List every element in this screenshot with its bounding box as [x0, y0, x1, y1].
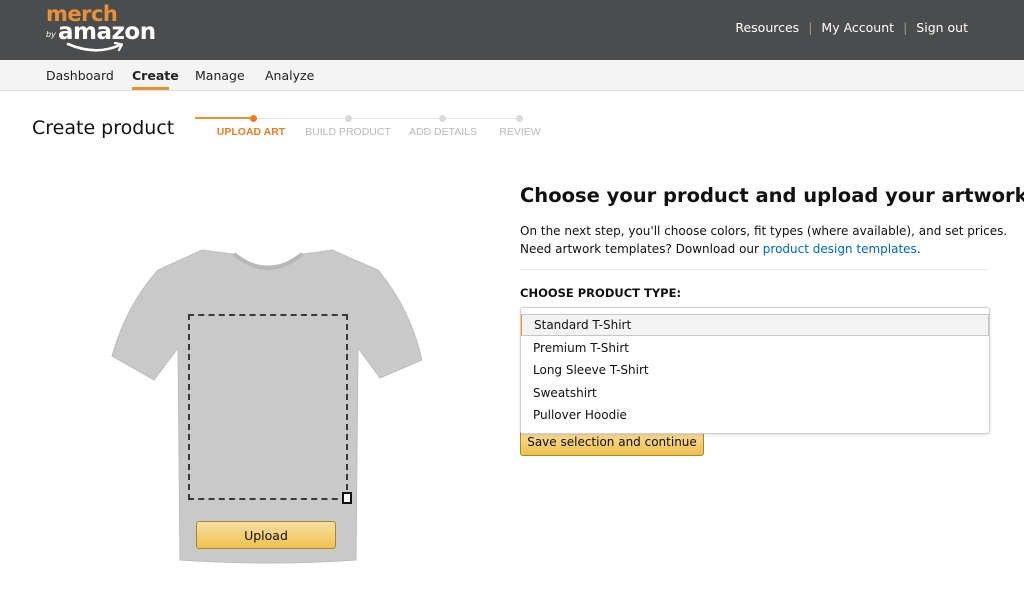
link-separator: |	[808, 20, 813, 35]
account-links: Resources | My Account | Sign out	[735, 20, 968, 35]
progress-track-remaining	[253, 118, 523, 119]
section-heading: Choose your product and upload your artw…	[520, 184, 1024, 207]
section-divider	[520, 269, 989, 270]
page-title: Create product	[32, 117, 175, 139]
step-build-product: BUILD PRODUCT	[305, 126, 391, 138]
resize-handle[interactable]	[342, 492, 352, 504]
product-type-label: CHOOSE PRODUCT TYPE:	[520, 286, 682, 300]
progress-track-complete	[195, 117, 253, 119]
product-type-option[interactable]: Sweatshirt	[521, 382, 989, 404]
artwork-design-area[interactable]	[188, 314, 348, 500]
nav-item-create[interactable]: Create	[132, 68, 179, 83]
step-dot-build-product	[345, 115, 352, 122]
step-upload-art: UPLOAD ART	[216, 126, 286, 138]
sign-out-link[interactable]: Sign out	[916, 20, 968, 35]
product-type-option[interactable]: Standard T-Shirt	[521, 314, 989, 336]
main-nav: Dashboard Create Manage Analyze	[0, 60, 1024, 91]
section-description: On the next step, you'll choose colors, …	[520, 222, 1007, 258]
description-line-2: Need artwork templates? Download our pro…	[520, 240, 1007, 258]
product-design-templates-link[interactable]: product design templates	[763, 242, 917, 256]
amazon-smile-icon	[66, 42, 124, 52]
link-separator: |	[903, 20, 908, 35]
merch-by-amazon-logo[interactable]: merch by amazon	[46, 2, 156, 56]
resources-link[interactable]: Resources	[735, 20, 799, 35]
my-account-link[interactable]: My Account	[821, 20, 894, 35]
progress-stepper: UPLOAD ART BUILD PRODUCT ADD DETAILS REV…	[195, 112, 541, 142]
step-dot-add-details	[439, 115, 446, 122]
active-nav-indicator	[132, 87, 169, 90]
nav-item-analyze[interactable]: Analyze	[265, 68, 314, 83]
product-type-option[interactable]: Premium T-Shirt	[521, 337, 989, 359]
upload-button[interactable]: Upload	[196, 521, 336, 549]
step-add-details: ADD DETAILS	[408, 126, 478, 138]
top-header: merch by amazon Resources | My Account |…	[0, 0, 1024, 60]
nav-item-manage[interactable]: Manage	[195, 68, 245, 83]
product-type-dropdown[interactable]: Standard T-Shirt Premium T-Shirt Long Sl…	[520, 307, 990, 434]
step-review: REVIEW	[499, 126, 541, 138]
nav-item-dashboard[interactable]: Dashboard	[46, 68, 114, 83]
description-line-1: On the next step, you'll choose colors, …	[520, 224, 1008, 238]
description-period: .	[916, 242, 921, 256]
description-text: Need artwork templates? Download our	[520, 242, 763, 256]
product-type-option[interactable]: Pullover Hoodie	[521, 404, 989, 426]
product-type-option[interactable]: Long Sleeve T-Shirt	[521, 359, 989, 381]
logo-by-text: by	[46, 30, 56, 39]
step-dot-upload-art	[250, 115, 257, 122]
step-dot-review	[516, 115, 523, 122]
